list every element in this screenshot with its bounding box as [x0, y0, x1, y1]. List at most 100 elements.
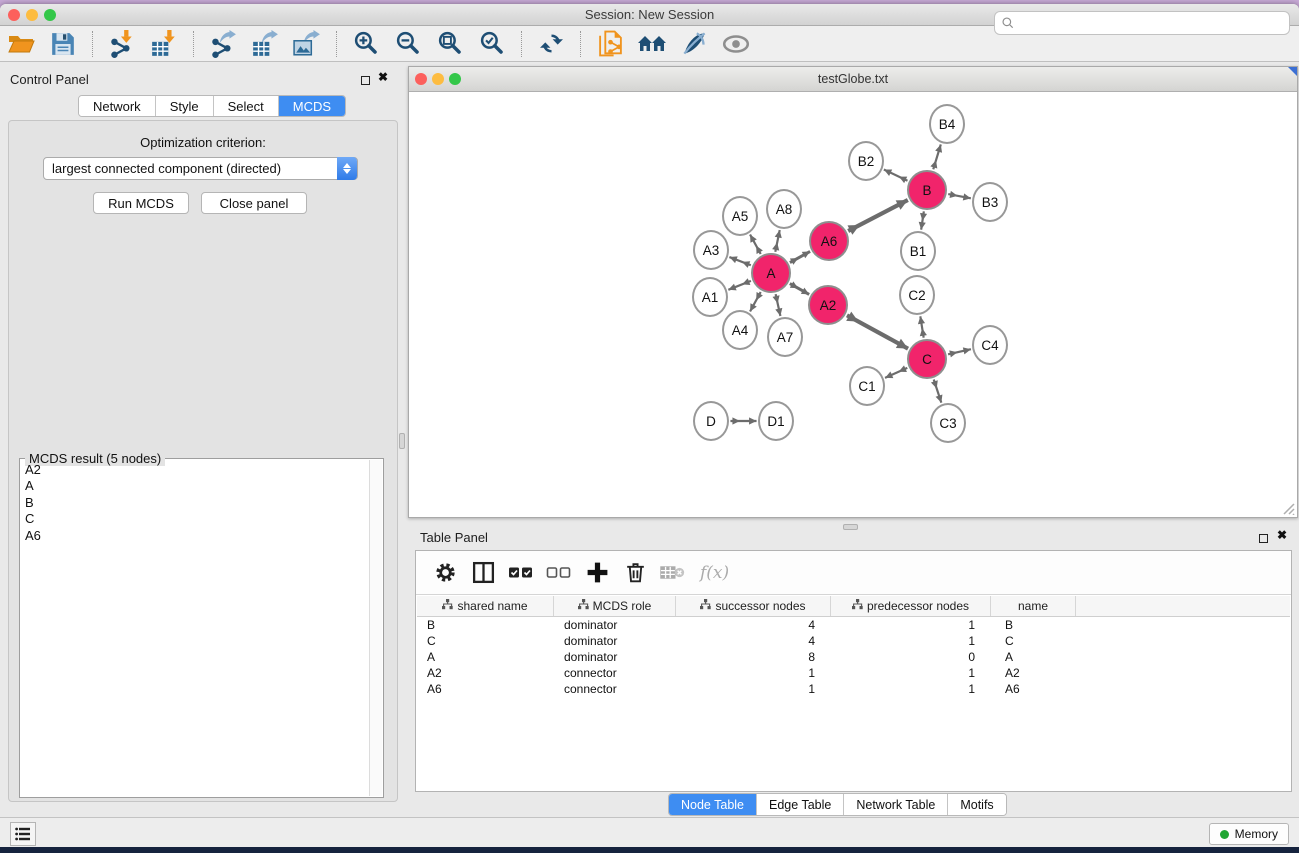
memory-button[interactable]: Memory	[1209, 823, 1289, 845]
criterion-dropdown[interactable]: largest connected component (directed)	[43, 157, 358, 180]
zoom-selected-icon[interactable]	[477, 29, 507, 59]
mcds-result-group: MCDS result (5 nodes) A2ABCA6	[19, 458, 384, 798]
optimization-criterion-label: Optimization criterion:	[9, 135, 397, 150]
gear-icon[interactable]	[432, 560, 458, 586]
table-panel-close-icon[interactable]: ✖	[1277, 528, 1287, 542]
mcds-result-item[interactable]: C	[21, 511, 369, 527]
column-header-successor-nodes[interactable]: successor nodes	[676, 596, 831, 616]
network-window-grow-corner[interactable]	[1288, 67, 1297, 76]
table-row[interactable]: Adominator80A	[417, 649, 1290, 665]
network-node-C4[interactable]: C4	[972, 325, 1008, 365]
desktop-background-bottom	[0, 847, 1299, 853]
network-node-B1[interactable]: B1	[900, 231, 936, 271]
eye-icon[interactable]	[721, 29, 751, 59]
mcds-result-item[interactable]: A6	[21, 528, 369, 544]
split-panel-icon[interactable]	[470, 560, 496, 586]
table-row[interactable]: A2connector11A2	[417, 665, 1290, 681]
control-panel-close-icon[interactable]: ✖	[378, 70, 388, 84]
mcds-panel-body: Optimization criterion: largest connecte…	[8, 120, 398, 802]
tab-network-table[interactable]: Network Table	[844, 794, 948, 815]
table-delete-icon[interactable]	[660, 560, 686, 586]
toolbar-separator	[336, 31, 337, 57]
uncheck-all-icon[interactable]	[546, 560, 572, 586]
network-node-B4[interactable]: B4	[929, 104, 965, 144]
trash-icon[interactable]	[622, 560, 648, 586]
control-panel-float-icon[interactable]	[361, 72, 370, 90]
mcds-result-list[interactable]: A2ABCA6	[21, 462, 369, 796]
zoom-fit-icon[interactable]	[435, 29, 465, 59]
search-box[interactable]	[994, 11, 1290, 35]
save-icon[interactable]	[48, 29, 78, 59]
table-row[interactable]: Cdominator41C	[417, 633, 1290, 649]
network-canvas[interactable]: B4 B2 B B3 A5A8A6 A3 A B1 A1 C2 A2 A4A7 C C4 C1 C3 D D1	[409, 92, 1297, 517]
network-node-A7[interactable]: A7	[767, 317, 803, 357]
zoom-out-icon[interactable]	[393, 29, 423, 59]
tab-mcds[interactable]: MCDS	[279, 96, 345, 116]
network-node-C2[interactable]: C2	[899, 275, 935, 315]
open-folder-icon[interactable]	[6, 29, 36, 59]
refresh-icon[interactable]	[536, 29, 566, 59]
network-node-B2[interactable]: B2	[848, 141, 884, 181]
toolbar-separator	[193, 31, 194, 57]
network-resize-grip[interactable]	[1282, 502, 1295, 515]
mcds-result-item[interactable]: A	[21, 478, 369, 494]
check-all-icon[interactable]	[508, 560, 534, 586]
network-window-titlebar[interactable]: testGlobe.txt	[409, 67, 1297, 92]
dropdown-stepper-icon[interactable]	[337, 157, 357, 180]
import-network-icon[interactable]	[107, 29, 137, 59]
tab-edge-table[interactable]: Edge Table	[757, 794, 844, 815]
node-table-panel: f(x) shared nameMCDS rolesuccessor nodes…	[415, 550, 1292, 792]
network-node-A5[interactable]: A5	[722, 196, 758, 236]
network-node-B3[interactable]: B3	[972, 182, 1008, 222]
vertical-splitter-handle[interactable]	[399, 433, 405, 449]
hierarchy-icon	[700, 599, 711, 613]
export-table-icon[interactable]	[250, 29, 280, 59]
add-icon[interactable]	[584, 560, 610, 586]
mcds-result-item[interactable]: A2	[21, 462, 369, 478]
network-node-A6[interactable]: A6	[809, 221, 849, 261]
search-icon	[1001, 16, 1015, 30]
column-header-MCDS-role[interactable]: MCDS role	[554, 596, 676, 616]
column-header-name[interactable]: name	[991, 596, 1076, 616]
network-node-D[interactable]: D	[693, 401, 729, 441]
table-row[interactable]: A6connector11A6	[417, 681, 1290, 697]
network-node-A4[interactable]: A4	[722, 310, 758, 350]
close-panel-button[interactable]: Close panel	[201, 192, 307, 214]
column-header-shared-name[interactable]: shared name	[417, 596, 554, 616]
mcds-result-item[interactable]: B	[21, 495, 369, 511]
network-node-B[interactable]: B	[907, 170, 947, 210]
network-node-A1[interactable]: A1	[692, 277, 728, 317]
table-row[interactable]: Bdominator41B	[417, 617, 1290, 633]
network-node-C1[interactable]: C1	[849, 366, 885, 406]
home-icon[interactable]	[637, 29, 667, 59]
search-input[interactable]	[1015, 13, 1289, 33]
network-node-A8[interactable]: A8	[766, 189, 802, 229]
tab-select[interactable]: Select	[214, 96, 279, 116]
panel-list-button[interactable]	[10, 822, 36, 846]
mcds-result-scrollbar[interactable]	[369, 460, 382, 796]
tab-style[interactable]: Style	[156, 96, 214, 116]
network-node-C3[interactable]: C3	[930, 403, 966, 443]
run-mcds-button[interactable]: Run MCDS	[93, 192, 189, 214]
export-network-icon[interactable]	[208, 29, 238, 59]
tab-motifs[interactable]: Motifs	[948, 794, 1005, 815]
import-table-icon[interactable]	[149, 29, 179, 59]
status-bar: Memory	[0, 817, 1299, 847]
zoom-in-icon[interactable]	[351, 29, 381, 59]
network-node-A3[interactable]: A3	[693, 230, 729, 270]
network-node-A2[interactable]: A2	[808, 285, 848, 325]
network-node-D1[interactable]: D1	[758, 401, 794, 441]
table-body[interactable]: Bdominator41BCdominator41CAdominator80AA…	[417, 617, 1290, 697]
tab-network[interactable]: Network	[79, 96, 156, 116]
network-node-A[interactable]: A	[751, 253, 791, 293]
network-node-C[interactable]: C	[907, 339, 947, 379]
network-view-window[interactable]: testGlobe.txt B4 B2 B B3 A5A8A6 A3 A B1 A1 C2 A2 A4…	[408, 66, 1298, 518]
network-file-icon[interactable]	[595, 29, 625, 59]
table-panel-float-icon[interactable]	[1259, 530, 1268, 548]
horizontal-splitter-handle[interactable]	[843, 524, 858, 530]
graphics-details-icon[interactable]	[679, 29, 709, 59]
table-header-row[interactable]: shared nameMCDS rolesuccessor nodesprede…	[417, 596, 1290, 617]
tab-node-table[interactable]: Node Table	[669, 794, 757, 815]
export-image-icon[interactable]	[292, 29, 322, 59]
column-header-predecessor-nodes[interactable]: predecessor nodes	[831, 596, 991, 616]
